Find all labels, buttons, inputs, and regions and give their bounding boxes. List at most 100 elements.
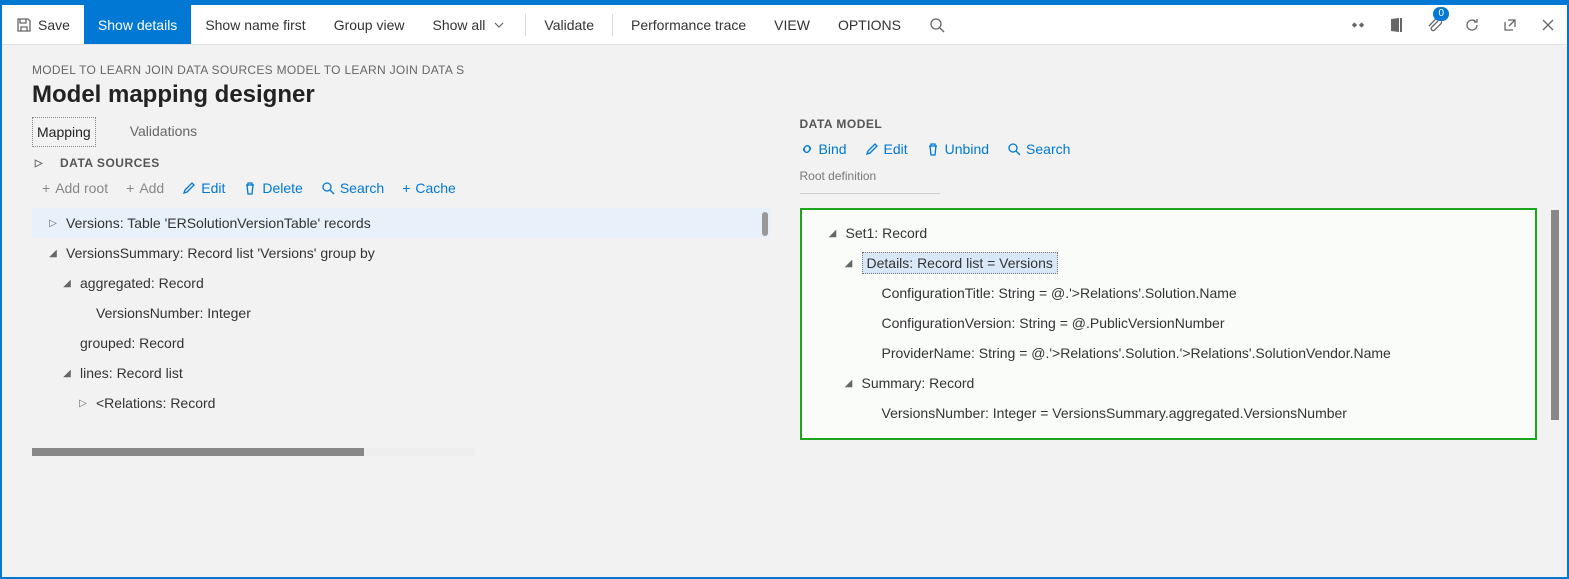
tree-row-label: lines: Record list <box>80 365 183 381</box>
tree-row-label: grouped: Record <box>80 335 184 351</box>
add-button[interactable]: + Add <box>126 180 164 196</box>
data-sources-tree: ▷ Versions: Table 'ERSolutionVersionTable… <box>32 208 770 418</box>
toolbar-separator <box>612 14 613 36</box>
show-details-label: Show details <box>98 17 177 33</box>
horizontal-scrollbar-thumb[interactable] <box>32 448 364 456</box>
performance-trace-button[interactable]: Performance trace <box>617 5 760 44</box>
data-model-heading: DATA MODEL <box>800 117 1538 131</box>
expand-icon[interactable]: ▷ <box>46 218 60 229</box>
main-content: Mapping Validations ▷ DATA SOURCES + Add… <box>2 117 1567 537</box>
plus-icon: + <box>42 180 50 196</box>
expand-icon[interactable]: ◢ <box>60 278 74 289</box>
expand-icon[interactable]: ▷ <box>76 398 90 409</box>
options-label: OPTIONS <box>838 17 901 33</box>
tree-row[interactable]: ◢ lines: Record list <box>32 358 770 388</box>
tree-row[interactable]: ▷ Versions: Table 'ERSolutionVersionTable… <box>32 208 770 238</box>
dm-search-button[interactable]: Search <box>1007 141 1070 157</box>
tab-mapping[interactable]: Mapping <box>32 117 96 147</box>
add-label: Add <box>139 180 164 196</box>
performance-trace-label: Performance trace <box>631 17 746 33</box>
left-pane: Mapping Validations ▷ DATA SOURCES + Add… <box>32 117 770 537</box>
unbind-label: Unbind <box>945 141 989 157</box>
save-icon <box>16 17 32 33</box>
root-definition-label: Root definition <box>800 169 1538 183</box>
tree-row-label: Summary: Record <box>862 375 975 391</box>
page-header: MODEL TO LEARN JOIN DATA SOURCES MODEL T… <box>2 45 1567 117</box>
group-view-button[interactable]: Group view <box>320 5 419 44</box>
show-name-first-button[interactable]: Show name first <box>191 5 319 44</box>
vertical-scrollbar-thumb[interactable] <box>762 212 768 236</box>
tree-row-label: Versions: Table 'ERSolutionVersionTable'… <box>66 215 371 231</box>
group-view-label: Group view <box>334 17 405 33</box>
right-scrollbar-thumb[interactable] <box>1551 210 1559 420</box>
refresh-button[interactable] <box>1453 5 1491 44</box>
tree-row[interactable]: ◢aggregated: Record <box>32 268 770 298</box>
expand-icon[interactable]: ◢ <box>46 248 60 259</box>
tree-row[interactable]: ▷ <Relations: Record <box>32 388 770 418</box>
tree-row[interactable]: ◢ Summary: Record <box>806 368 1532 398</box>
ds-search-button[interactable]: Search <box>321 180 384 196</box>
tree-row-label: VersionsNumber: Integer <box>96 305 251 321</box>
tree-row[interactable]: ConfigurationTitle: String = @.'>Relatio… <box>806 278 1532 308</box>
tree-row[interactable]: ◢ VersionsSummary: Record list 'Versions'… <box>32 238 770 268</box>
delete-label: Delete <box>262 180 302 196</box>
close-icon <box>1540 17 1556 33</box>
save-button[interactable]: Save <box>2 5 84 44</box>
collapse-icon[interactable]: ▷ <box>32 158 46 169</box>
toolbar-search-button[interactable] <box>915 5 959 44</box>
data-sources-actions: + Add root + Add Edit Delete <box>42 180 770 196</box>
add-root-label: Add root <box>55 180 108 196</box>
data-model-tree: ◢ Set1: Record ◢Details: Record list = Ver… <box>800 208 1538 440</box>
horizontal-scrollbar[interactable] <box>32 448 475 456</box>
popout-button[interactable] <box>1491 5 1529 44</box>
office-icon-button[interactable] <box>1377 5 1415 44</box>
attachments-button[interactable]: 0 <box>1415 5 1453 44</box>
validate-label: Validate <box>544 17 594 33</box>
tree-row[interactable]: ◢Details: Record list = Versions <box>806 248 1532 278</box>
pencil-icon <box>182 181 196 195</box>
show-details-button[interactable]: Show details <box>84 5 191 44</box>
expand-icon[interactable]: ◢ <box>826 228 840 239</box>
main-toolbar: Save Show details Show name first Group … <box>2 5 1567 45</box>
unbind-button[interactable]: Unbind <box>926 141 989 157</box>
tree-row-label: VersionsSummary: Record list 'Versions' … <box>66 245 375 261</box>
dm-edit-button[interactable]: Edit <box>865 141 908 157</box>
view-menu[interactable]: VIEW <box>760 5 824 44</box>
right-vertical-scrollbar[interactable] <box>1551 210 1559 420</box>
show-all-label: Show all <box>433 17 486 33</box>
connector-icon-button[interactable] <box>1339 5 1377 44</box>
tab-validations[interactable]: Validations <box>126 117 201 147</box>
tree-row[interactable]: VersionsNumber: Integer = VersionsSummar… <box>806 398 1532 428</box>
show-name-first-label: Show name first <box>205 17 305 33</box>
root-definition-input-underline[interactable] <box>800 193 940 194</box>
tree-row[interactable]: ProviderName: String = @.'>Relations'.So… <box>806 338 1532 368</box>
cache-button[interactable]: + Cache <box>402 180 456 196</box>
tree-row[interactable]: grouped: Record <box>32 328 770 358</box>
pencil-icon <box>865 142 879 156</box>
delete-button[interactable]: Delete <box>243 180 302 196</box>
options-menu[interactable]: OPTIONS <box>824 5 915 44</box>
expand-icon[interactable]: ◢ <box>842 258 856 269</box>
tree-row[interactable]: VersionsNumber: Integer <box>32 298 770 328</box>
expand-icon[interactable]: ◢ <box>842 378 856 389</box>
close-button[interactable] <box>1529 5 1567 44</box>
dm-edit-label: Edit <box>884 141 908 157</box>
tree-row-label: <Relations: Record <box>96 395 215 411</box>
save-label: Save <box>38 17 70 33</box>
right-pane: DATA MODEL Bind Edit Unbind <box>770 117 1538 537</box>
expand-icon[interactable]: ◢ <box>60 368 74 379</box>
validate-button[interactable]: Validate <box>530 5 608 44</box>
tree-row-label: ConfigurationVersion: String = @.PublicV… <box>882 315 1225 331</box>
tree-row-label: Set1: Record <box>846 225 928 241</box>
link-icon <box>800 142 814 156</box>
tree-row[interactable]: ConfigurationVersion: String = @.PublicV… <box>806 308 1532 338</box>
dm-search-label: Search <box>1026 141 1070 157</box>
breadcrumb: MODEL TO LEARN JOIN DATA SOURCES MODEL T… <box>32 63 1537 77</box>
show-all-dropdown[interactable]: Show all <box>419 5 522 44</box>
office-icon <box>1388 17 1404 33</box>
edit-button[interactable]: Edit <box>182 180 225 196</box>
tree-row[interactable]: ◢ Set1: Record <box>806 218 1532 248</box>
bind-button[interactable]: Bind <box>800 141 847 157</box>
add-root-button[interactable]: + Add root <box>42 180 108 196</box>
search-icon <box>1007 142 1021 156</box>
